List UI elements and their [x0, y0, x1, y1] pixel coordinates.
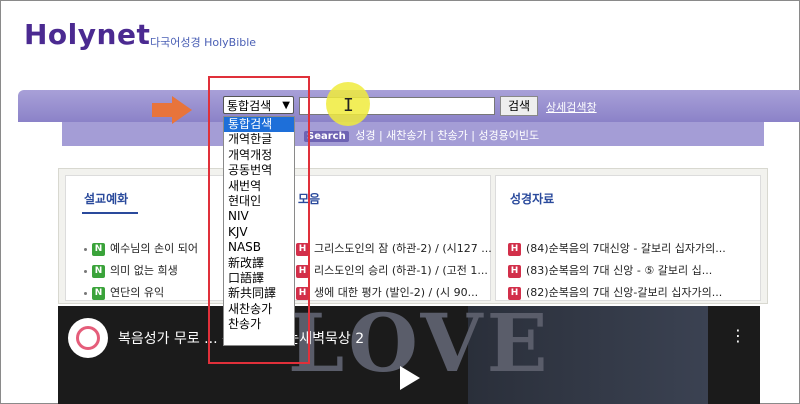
search-button[interactable]: 검색	[500, 96, 538, 116]
play-icon[interactable]	[388, 358, 428, 398]
dropdown-option[interactable]: NIV	[224, 209, 294, 224]
panel-bible: 성경자료 H (84)순복음의 7대신앙 - 갈보리 십자가의... H (83)순…	[495, 175, 761, 301]
list-item[interactable]: H 그리스도인의 잠 (하관-2) / (시127 ...	[296, 240, 492, 256]
dropdown-option[interactable]: 새번역	[224, 179, 294, 194]
list-item[interactable]: H 리스도인의 승리 (하관-1) / (고전 1...	[296, 262, 488, 278]
dropdown-option[interactable]: 찬송가	[224, 317, 294, 332]
more-options-icon[interactable]: ⋮	[730, 326, 746, 345]
dropdown-option[interactable]: 새찬송가	[224, 302, 294, 317]
video-player[interactable]: LOVE 복음성가 무로 ... 편과함께하는새벽묵상 2 ⋮	[58, 306, 760, 404]
list-item[interactable]: H 생에 대한 평가 (발인-2) / (시 90...	[296, 284, 478, 300]
content-panels: 설교예화 N 예수님의 손이 되어 N 의미 없는 희생 N 연단의 유익 모음 H그…	[58, 168, 768, 304]
dropdown-option[interactable]: 현대인	[224, 194, 294, 209]
panel-sermon-title[interactable]: 설교예화	[84, 190, 128, 207]
dropdown-option[interactable]: 新改譯	[224, 256, 294, 271]
dropdown-option[interactable]: 口語譯	[224, 271, 294, 286]
site-subtitle: 다국어성경 HolyBible	[150, 36, 257, 49]
list-item[interactable]: H (83)순복음의 7대 신앙 - ⑤ 갈보리 십...	[508, 262, 712, 278]
dropdown-option[interactable]: 공동번역	[224, 163, 294, 178]
panel-title-underline	[82, 212, 138, 214]
search-badge: Search	[304, 131, 349, 142]
list-item[interactable]: N 예수님의 손이 되어	[84, 240, 198, 256]
channel-avatar[interactable]	[68, 318, 108, 358]
list-item[interactable]: H (84)순복음의 7대신앙 - 갈보리 십자가의...	[508, 240, 726, 256]
list-item[interactable]: H (82)순복음의 7대 신앙-갈보리 십자가의...	[508, 284, 722, 300]
panel-middle-title[interactable]: 모음	[298, 190, 320, 207]
holynet-logo[interactable]: Holynet	[24, 18, 150, 51]
chevron-down-icon: ▼	[282, 100, 290, 111]
dropdown-option[interactable]: NASB	[224, 240, 294, 255]
sub-nav-link-list[interactable]: 성경 | 새찬송가 | 찬송가 | 성경용어빈도	[355, 129, 539, 142]
advanced-search-link[interactable]: 상세검색창	[546, 99, 597, 115]
dropdown-option[interactable]: 개역한글	[224, 132, 294, 147]
sub-nav-links: Search 성경 | 새찬송가 | 찬송가 | 성경용어빈도	[304, 127, 539, 143]
dropdown-option[interactable]: KJV	[224, 225, 294, 240]
text-cursor-icon: I	[343, 95, 354, 116]
dropdown-option[interactable]: 新共同譯	[224, 286, 294, 301]
search-scope-dropdown[interactable]: 통합검색 개역한글 개역개정 공동번역 새번역 현대인 NIV KJV NASB 新改譯 口語譯 新共…	[223, 116, 295, 346]
panel-middle: 모음 H 그리스도인의 잠 (하관-2) / (시127 ... H 리스도인의 승…	[291, 175, 492, 301]
dropdown-option[interactable]: 개역개정	[224, 148, 294, 163]
panel-bible-title[interactable]: 성경자료	[510, 190, 554, 207]
dropdown-option[interactable]: 통합검색	[224, 117, 294, 133]
list-item[interactable]: N 연단의 유익	[84, 284, 164, 300]
annotation-arrow-head-icon	[172, 96, 192, 124]
annotation-arrow-icon	[152, 103, 174, 117]
list-item[interactable]: N 의미 없는 희생	[84, 262, 178, 278]
search-scope-value: 통합검색	[227, 99, 272, 113]
search-scope-select[interactable]: 통합검색 ▼	[223, 96, 294, 114]
